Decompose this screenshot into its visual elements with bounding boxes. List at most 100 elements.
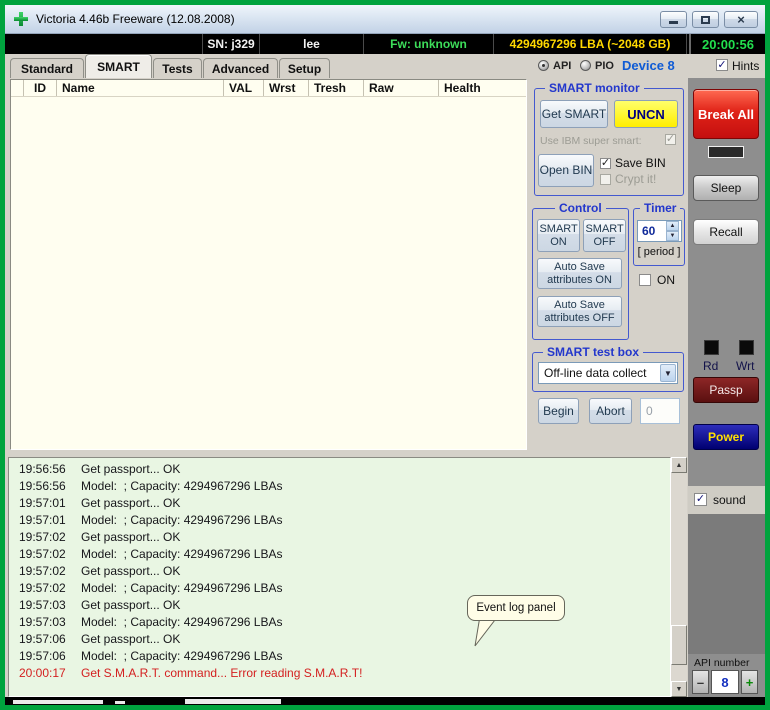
tab-standard[interactable]: Standard bbox=[10, 58, 84, 78]
log-message: Get passport... OK bbox=[81, 598, 181, 612]
arrow-down-icon: ▼ bbox=[669, 233, 676, 239]
tab-bar: Standard SMART Tests Advanced Setup API … bbox=[5, 54, 765, 78]
spin-down-button[interactable]: ▼ bbox=[666, 231, 679, 241]
side-panel-spacer bbox=[688, 514, 765, 654]
drive-model-section bbox=[5, 34, 203, 54]
save-bin-checkbox[interactable]: ✓ bbox=[600, 158, 611, 169]
log-row: 19:57:01 Get passport... OK bbox=[9, 496, 670, 513]
window-title: Victoria 4.46b Freeware (12.08.2008) bbox=[36, 12, 235, 26]
power-button[interactable]: Power bbox=[693, 424, 759, 450]
wrt-led bbox=[739, 340, 754, 355]
tab-smart[interactable]: SMART bbox=[85, 54, 152, 78]
rd-label: Rd bbox=[703, 359, 719, 373]
device-label: Device 8 bbox=[622, 58, 675, 73]
event-log-panel: 19:56:56 Get passport... OK 19:56:56 Model… bbox=[8, 457, 671, 697]
radio-dot-icon bbox=[542, 64, 545, 67]
minimize-button[interactable] bbox=[660, 11, 687, 28]
log-message: Model: ; Capacity: 4294967296 LBAs bbox=[81, 547, 283, 561]
test-select[interactable]: Off-line data collect ▼ bbox=[538, 362, 678, 384]
log-time: 19:57:02 bbox=[19, 547, 66, 561]
api-radio[interactable] bbox=[538, 60, 549, 71]
dropdown-arrow-button[interactable]: ▼ bbox=[660, 364, 676, 382]
log-message: Get passport... OK bbox=[81, 530, 181, 544]
timer-spin-controls: ▲ ▼ bbox=[666, 221, 679, 241]
autosave-on-button[interactable]: Auto Save attributes ON bbox=[537, 258, 622, 289]
autosave-off-button[interactable]: Auto Save attributes OFF bbox=[537, 296, 622, 327]
close-button[interactable]: × bbox=[724, 11, 758, 28]
timer-on-label: ON bbox=[657, 273, 675, 287]
save-bin-label: Save BIN bbox=[615, 156, 666, 170]
hints-checkbox[interactable]: ✓ bbox=[716, 59, 728, 71]
log-row: 19:57:02 Model: ; Capacity: 4294967296 LB… bbox=[9, 581, 670, 598]
get-smart-button[interactable]: Get SMART bbox=[540, 100, 608, 128]
drive-info-bar: SN: j329 lee Fw: unknown 4294967296 LBA … bbox=[5, 34, 765, 54]
wrt-label: Wrt bbox=[736, 359, 755, 373]
smart-off-button[interactable]: SMART OFF bbox=[583, 219, 626, 252]
log-row: 19:57:02 Get passport... OK bbox=[9, 530, 670, 547]
tab-tests[interactable]: Tests bbox=[153, 58, 202, 78]
log-time: 19:57:06 bbox=[19, 632, 66, 646]
timer-title: Timer bbox=[640, 201, 681, 215]
log-message: Get S.M.A.R.T. command... Error reading … bbox=[81, 666, 363, 680]
api-number-label: API number bbox=[694, 657, 750, 669]
uncn-button[interactable]: UNCN bbox=[614, 100, 678, 128]
tab-setup[interactable]: Setup bbox=[279, 58, 330, 78]
maximize-button[interactable] bbox=[692, 11, 719, 28]
log-message: Model: ; Capacity: 4294967296 LBAs bbox=[81, 649, 283, 663]
clipped-text-fragment bbox=[185, 699, 281, 704]
sound-label: sound bbox=[713, 493, 746, 507]
bottom-status-bar bbox=[5, 697, 765, 705]
check-icon: ✓ bbox=[695, 493, 706, 505]
smart-on-button[interactable]: SMART ON bbox=[537, 219, 580, 252]
test-counter-field[interactable] bbox=[640, 398, 680, 424]
scroll-up-button[interactable]: ▲ bbox=[671, 457, 687, 473]
chevron-down-icon: ▼ bbox=[664, 368, 672, 378]
pio-radio[interactable] bbox=[580, 60, 591, 71]
timer-on-checkbox[interactable] bbox=[639, 274, 651, 286]
crypt-it-label: Crypt it! bbox=[615, 172, 657, 186]
smart-attribute-table[interactable]: ID Name VAL Wrst Tresh Raw Health bbox=[10, 79, 527, 450]
use-ibm-checkbox[interactable]: ✓ bbox=[665, 134, 676, 145]
sleep-button[interactable]: Sleep bbox=[693, 175, 759, 201]
log-tooltip: Event log panel bbox=[467, 595, 565, 621]
open-bin-button[interactable]: Open BIN bbox=[538, 154, 594, 187]
log-row: 19:56:56 Model: ; Capacity: 4294967296 LB… bbox=[9, 479, 670, 496]
smart-monitor-title: SMART monitor bbox=[545, 81, 644, 95]
recall-button[interactable]: Recall bbox=[693, 219, 759, 245]
plus-icon bbox=[14, 17, 28, 21]
clock: 20:00:56 bbox=[689, 34, 765, 54]
rd-led bbox=[704, 340, 719, 355]
log-message: Model: ; Capacity: 4294967296 LBAs bbox=[81, 479, 283, 493]
tab-advanced[interactable]: Advanced bbox=[203, 58, 278, 78]
spin-up-button[interactable]: ▲ bbox=[666, 221, 679, 231]
smart-table-header: ID Name VAL Wrst Tresh Raw Health bbox=[11, 80, 526, 97]
busy-indicator bbox=[708, 146, 744, 158]
begin-button[interactable]: Begin bbox=[538, 398, 579, 424]
check-icon: ✓ bbox=[717, 58, 727, 71]
api-increment-button[interactable]: + bbox=[741, 670, 758, 694]
sound-checkbox[interactable]: ✓ bbox=[694, 493, 707, 506]
scroll-down-button[interactable]: ▼ bbox=[671, 681, 687, 697]
abort-button[interactable]: Abort bbox=[589, 398, 632, 424]
check-icon: ✓ bbox=[600, 157, 611, 169]
close-icon: × bbox=[737, 12, 745, 27]
log-row: 19:57:02 Get passport... OK bbox=[9, 564, 670, 581]
passp-button[interactable]: Passp bbox=[693, 377, 759, 403]
log-row: 19:57:02 Model: ; Capacity: 4294967296 LB… bbox=[9, 547, 670, 564]
log-time: 19:57:02 bbox=[19, 581, 66, 595]
timer-input[interactable] bbox=[638, 221, 666, 241]
scroll-thumb[interactable] bbox=[671, 625, 687, 665]
api-label: API bbox=[553, 60, 572, 72]
header-wrst: Wrst bbox=[264, 80, 309, 96]
header-id: ID bbox=[24, 80, 57, 96]
title-bar[interactable]: Victoria 4.46b Freeware (12.08.2008) × bbox=[5, 5, 765, 34]
log-message: Model: ; Capacity: 4294967296 LBAs bbox=[81, 581, 283, 595]
log-scrollbar[interactable]: ▲ ▼ bbox=[671, 457, 687, 697]
break-all-button[interactable]: Break All bbox=[693, 89, 759, 139]
crypt-it-checkbox[interactable] bbox=[600, 174, 611, 185]
log-time: 20:00:17 bbox=[19, 666, 66, 680]
log-message: Get passport... OK bbox=[81, 632, 181, 646]
log-time: 19:57:03 bbox=[19, 615, 66, 629]
clipped-text-fragment bbox=[13, 700, 103, 704]
api-decrement-button[interactable]: – bbox=[692, 670, 709, 694]
